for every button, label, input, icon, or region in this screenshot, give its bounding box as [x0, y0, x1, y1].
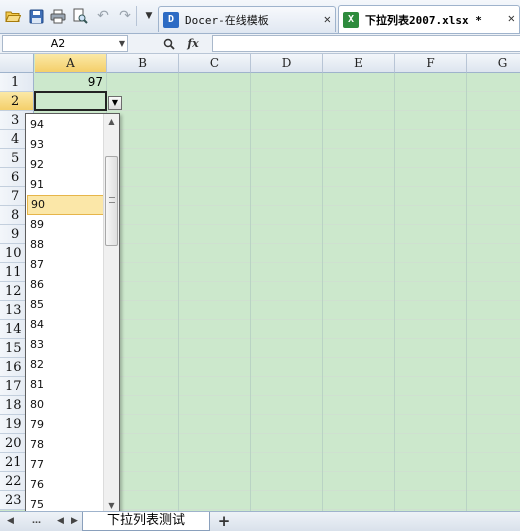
insert-function-icon[interactable]: fx [184, 35, 202, 52]
name-box[interactable]: A2 ▼ [2, 35, 128, 52]
formula-input[interactable] [212, 35, 520, 52]
add-sheet-button[interactable]: + [214, 513, 234, 530]
tab-xlsx-label: 下拉列表2007.xlsx * [365, 13, 482, 27]
xlsx-icon: X [343, 11, 359, 28]
dropdown-scrollbar[interactable]: ▲ ▼ [103, 114, 119, 513]
undo-icon[interactable]: ↶ [93, 6, 113, 26]
dropdown-list: 94 93 92 91 90 89 88 87 86 85 84 83 82 8… [25, 113, 120, 514]
dropdown-option[interactable]: 78 [27, 435, 104, 455]
tab-docer[interactable]: D Docer-在线模板 ✕ [158, 6, 336, 32]
next-sheet-icon[interactable]: ▶ [68, 514, 81, 528]
dropdown-option[interactable]: 92 [27, 155, 104, 175]
dropdown-option[interactable]: 94 [27, 115, 104, 135]
dropdown-option[interactable]: 93 [27, 135, 104, 155]
name-box-value: A2 [50, 37, 66, 50]
tab-docer-label: Docer-在线模板 [185, 13, 269, 27]
dropdown-option[interactable]: 87 [27, 255, 104, 275]
more-sheets-icon[interactable]: … [30, 514, 43, 528]
dropdown-option[interactable]: 79 [27, 415, 104, 435]
save-icon[interactable] [26, 6, 46, 26]
column-header-c[interactable]: C [179, 54, 251, 73]
chevron-down-icon[interactable]: ▼ [119, 36, 125, 51]
column-header-g[interactable]: G [467, 54, 520, 73]
dropdown-option[interactable]: 82 [27, 355, 104, 375]
tab-xlsx[interactable]: X 下拉列表2007.xlsx * ✕ [338, 5, 520, 33]
prev-sheet-icon[interactable]: ◀ [54, 514, 67, 528]
dropdown-option-highlighted[interactable]: 90 [27, 195, 104, 215]
dropdown-items: 94 93 92 91 90 89 88 87 86 85 84 83 82 8… [27, 115, 104, 513]
cell-a2-active[interactable] [34, 91, 107, 111]
dropdown-option[interactable]: 88 [27, 235, 104, 255]
dropdown-option[interactable]: 77 [27, 455, 104, 475]
dropdown-option[interactable]: 81 [27, 375, 104, 395]
close-icon[interactable]: ✕ [508, 11, 515, 25]
title-toolbar: ↶ ↷ ▼ D Docer-在线模板 ✕ X 下拉列表2007.xlsx * ✕ [0, 0, 520, 34]
sheet-tab-active[interactable]: 下拉列表测试 [82, 512, 210, 531]
docer-icon: D [163, 11, 179, 28]
redo-icon[interactable]: ↷ [115, 6, 135, 26]
column-header-f[interactable]: F [395, 54, 467, 73]
formula-bar: A2 ▼ fx [0, 34, 520, 54]
dropdown-option[interactable]: 86 [27, 275, 104, 295]
print-preview-icon[interactable] [70, 6, 90, 26]
cell-a1[interactable]: 97 [35, 73, 107, 92]
dropdown-option[interactable]: 84 [27, 315, 104, 335]
scroll-up-icon[interactable]: ▲ [104, 114, 119, 129]
dropdown-option[interactable]: 80 [27, 395, 104, 415]
column-header-b[interactable]: B [107, 54, 179, 73]
grip-icon [109, 197, 115, 203]
dropdown-option[interactable]: 89 [27, 215, 104, 235]
sheet-tab-bar: ◀ … ◀ ▶ 下拉列表测试 + [0, 511, 520, 531]
close-icon[interactable]: ✕ [324, 12, 331, 26]
scrollbar-thumb[interactable] [105, 156, 118, 246]
toolbar-separator [136, 6, 137, 26]
zoom-formula-icon[interactable] [160, 35, 178, 52]
first-sheet-icon[interactable]: ◀ [4, 514, 17, 528]
row-header[interactable]: 1 [0, 73, 34, 92]
dropdown-option[interactable]: 85 [27, 295, 104, 315]
column-header-a[interactable]: A [35, 54, 107, 73]
customize-toolbar-icon[interactable]: ▼ [139, 6, 159, 26]
dropdown-option[interactable]: 91 [27, 175, 104, 195]
print-icon[interactable] [48, 6, 68, 26]
column-header-d[interactable]: D [251, 54, 323, 73]
column-header-e[interactable]: E [323, 54, 395, 73]
open-folder-icon[interactable] [3, 6, 23, 26]
row-header[interactable]: 2 [0, 92, 34, 111]
dropdown-option[interactable]: 76 [27, 475, 104, 495]
dropdown-arrow-button[interactable]: ▼ [108, 96, 122, 110]
select-all-corner[interactable] [0, 54, 34, 73]
dropdown-option[interactable]: 83 [27, 335, 104, 355]
